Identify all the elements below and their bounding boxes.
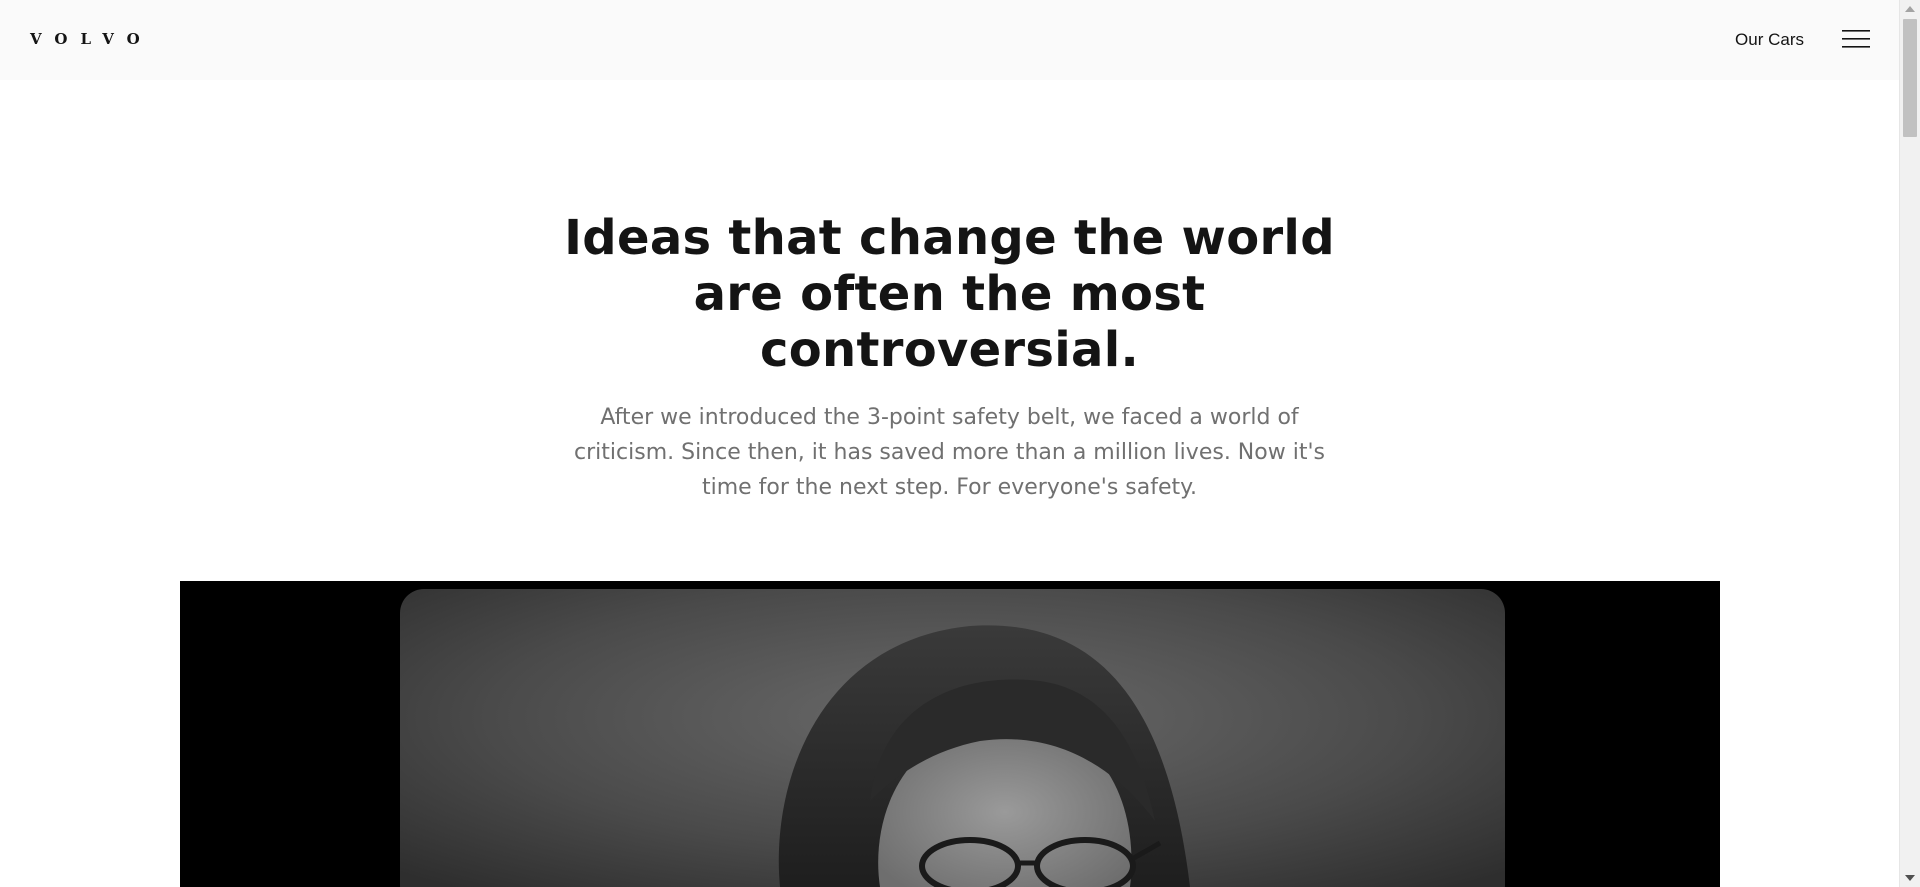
page: VOLVO Our Cars Ideas that change the wor… (0, 0, 1920, 887)
scrollbar-thumb[interactable] (1903, 19, 1917, 137)
our-cars-link[interactable]: Our Cars (1735, 28, 1804, 52)
hero-video[interactable] (180, 581, 1720, 887)
vertical-scrollbar[interactable] (1899, 0, 1920, 887)
hamburger-menu-icon (1842, 30, 1870, 48)
site-header: VOLVO Our Cars (0, 0, 1899, 80)
scroll-up-arrow-icon[interactable] (1905, 6, 1915, 12)
volvo-logo[interactable]: VOLVO (30, 30, 153, 48)
menu-button[interactable] (1842, 27, 1870, 51)
hero-title: Ideas that change the world are often th… (564, 210, 1335, 378)
scroll-down-arrow-icon[interactable] (1905, 875, 1915, 881)
hero-section: Ideas that change the world are often th… (0, 210, 1899, 505)
hero-description: After we introduced the 3-point safety b… (574, 405, 1325, 500)
video-still-image (180, 581, 1720, 887)
main-content: VOLVO Our Cars Ideas that change the wor… (0, 0, 1899, 887)
